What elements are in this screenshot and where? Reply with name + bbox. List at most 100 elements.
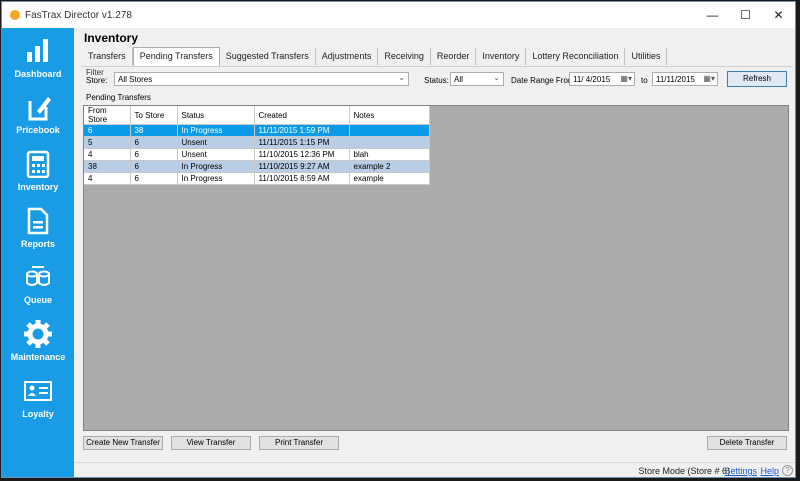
cell-status: Unsent (177, 136, 255, 149)
tab-pending-transfers[interactable]: Pending Transfers (132, 47, 220, 66)
help-link[interactable]: Help (760, 466, 779, 476)
cell-notes: example 2 (349, 160, 430, 173)
table-row[interactable]: 38 6 In Progress 11/10/2015 9:27 AM exam… (84, 160, 430, 173)
help-icon[interactable]: ? (782, 465, 793, 476)
cell-status: Unsent (177, 148, 255, 161)
cell-to-store: 38 (130, 124, 178, 137)
view-transfer-button[interactable]: View Transfer (171, 436, 251, 450)
tab-panel: Filter Store: All Stores ⌄ Status: All ⌄… (81, 66, 793, 454)
cell-to-store: 6 (130, 172, 178, 185)
cell-created: 11/10/2015 9:27 AM (254, 160, 350, 173)
date-from-label: Date Range From: (511, 76, 577, 85)
sidebar-item-label: Maintenance (10, 352, 66, 362)
cell-status: In Progress (177, 172, 255, 185)
sidebar-item-label: Inventory (17, 182, 59, 192)
print-transfer-button[interactable]: Print Transfer (259, 436, 339, 450)
cell-from-store: 38 (84, 160, 131, 173)
app-logo-icon (10, 10, 20, 20)
table-row[interactable]: 4 6 In Progress 11/10/2015 8:59 AM examp… (84, 172, 430, 185)
calendar-dropdown-icon[interactable]: ▦▾ (703, 74, 715, 83)
app-window: FasTrax Director v1.278 — ☐ ✕ Dashboard … (1, 1, 796, 478)
cell-to-store: 6 (130, 160, 178, 173)
id-card-icon (23, 376, 53, 406)
create-new-transfer-button[interactable]: Create New Transfer (83, 436, 163, 450)
maximize-button[interactable]: ☐ (729, 2, 762, 28)
sidebar-item-reports[interactable]: Reports (2, 206, 74, 262)
calculator-icon (23, 149, 53, 179)
cell-to-store: 6 (130, 148, 178, 161)
settings-link[interactable]: Settings (724, 466, 757, 476)
date-from-picker[interactable]: 11/ 4/2015 ▦▾ (569, 72, 635, 86)
pending-transfers-legend: Pending Transfers (86, 93, 151, 102)
column-header-created[interactable]: Created (254, 106, 350, 125)
cell-from-store: 6 (84, 124, 131, 137)
sidebar-item-dashboard[interactable]: Dashboard (2, 36, 74, 92)
column-header-status[interactable]: Status (177, 106, 255, 125)
tab-bar: Transfers Pending Transfers Suggested Tr… (82, 47, 668, 66)
table-row[interactable]: 6 38 In Progress 11/11/2015 1:59 PM (84, 124, 430, 137)
refresh-button[interactable]: Refresh (727, 71, 787, 87)
date-to-picker[interactable]: 11/11/2015 ▦▾ (652, 72, 718, 86)
column-header-to-store[interactable]: To Store (130, 106, 178, 125)
date-to-value: 11/11/2015 (656, 75, 695, 84)
sidebar-item-label: Queue (23, 295, 52, 305)
chevron-down-icon: ⌄ (398, 73, 405, 82)
minimize-button[interactable]: — (696, 2, 729, 28)
date-from-value: 11/ 4/2015 (573, 75, 611, 84)
sidebar-item-label: Dashboard (14, 69, 62, 79)
column-header-notes[interactable]: Notes (349, 106, 430, 125)
page-title: Inventory (84, 31, 139, 45)
column-header-from-store[interactable]: From Store (84, 106, 131, 125)
tab-transfers[interactable]: Transfers (82, 48, 133, 65)
sidebar: Dashboard Pricebook Inventory Reports Qu… (2, 28, 74, 477)
sidebar-item-label: Reports (20, 239, 55, 249)
bar-chart-icon (23, 36, 53, 66)
tab-utilities[interactable]: Utilities (625, 48, 668, 65)
store-label: Store: (86, 76, 108, 85)
cell-notes: example (349, 172, 430, 185)
tab-adjustments[interactable]: Adjustments (316, 48, 379, 65)
chevron-down-icon: ⌄ (493, 73, 500, 82)
cell-to-store: 6 (130, 136, 178, 149)
cell-created: 11/11/2015 1:59 PM (254, 124, 350, 137)
store-select[interactable]: All Stores ⌄ (114, 72, 409, 86)
cell-from-store: 4 (84, 172, 131, 185)
cell-status: In Progress (177, 124, 255, 137)
sidebar-item-pricebook[interactable]: Pricebook (2, 92, 74, 148)
gear-icon (23, 319, 53, 349)
calendar-dropdown-icon[interactable]: ▦▾ (620, 74, 632, 83)
status-select-value: All (454, 75, 463, 84)
delete-transfer-button[interactable]: Delete Transfer (707, 436, 787, 450)
sidebar-item-inventory[interactable]: Inventory (2, 149, 74, 205)
status-label: Status: (424, 76, 449, 85)
status-bar: Store Mode (Store # 6) Settings Help ? (74, 462, 795, 477)
title-bar: FasTrax Director v1.278 — ☐ ✕ (2, 2, 795, 28)
tab-reorder[interactable]: Reorder (431, 48, 477, 65)
store-mode-text: Store Mode (Store # 6) (638, 466, 730, 476)
tab-lottery-reconciliation[interactable]: Lottery Reconciliation (526, 48, 626, 65)
close-button[interactable]: ✕ (762, 2, 795, 28)
transfers-grid[interactable]: From Store To Store Status Created Notes… (83, 105, 789, 431)
sidebar-item-queue[interactable]: Queue (2, 262, 74, 318)
tab-receiving[interactable]: Receiving (378, 48, 431, 65)
cell-status: In Progress (177, 160, 255, 173)
cell-created: 11/10/2015 12:36 PM (254, 148, 350, 161)
table-row[interactable]: 4 6 Unsent 11/10/2015 12:36 PM blah (84, 148, 430, 161)
tab-inventory[interactable]: Inventory (476, 48, 527, 65)
sidebar-item-loyalty[interactable]: Loyalty (2, 376, 74, 432)
document-icon (23, 206, 53, 236)
tab-suggested-transfers[interactable]: Suggested Transfers (220, 48, 316, 65)
grid-header-row: From Store To Store Status Created Notes (84, 106, 430, 125)
cell-notes (349, 124, 430, 137)
cell-from-store: 5 (84, 136, 131, 149)
table-row[interactable]: 5 6 Unsent 11/11/2015 1:15 PM (84, 136, 430, 149)
queue-icon (23, 262, 53, 292)
window-title: FasTrax Director v1.278 (25, 9, 132, 21)
sidebar-item-label: Loyalty (22, 409, 54, 419)
status-select[interactable]: All ⌄ (450, 72, 504, 86)
sidebar-item-maintenance[interactable]: Maintenance (2, 319, 74, 375)
sidebar-item-label: Pricebook (16, 125, 60, 135)
store-select-value: All Stores (118, 75, 153, 84)
pricebook-icon (23, 92, 53, 122)
cell-notes (349, 136, 430, 149)
